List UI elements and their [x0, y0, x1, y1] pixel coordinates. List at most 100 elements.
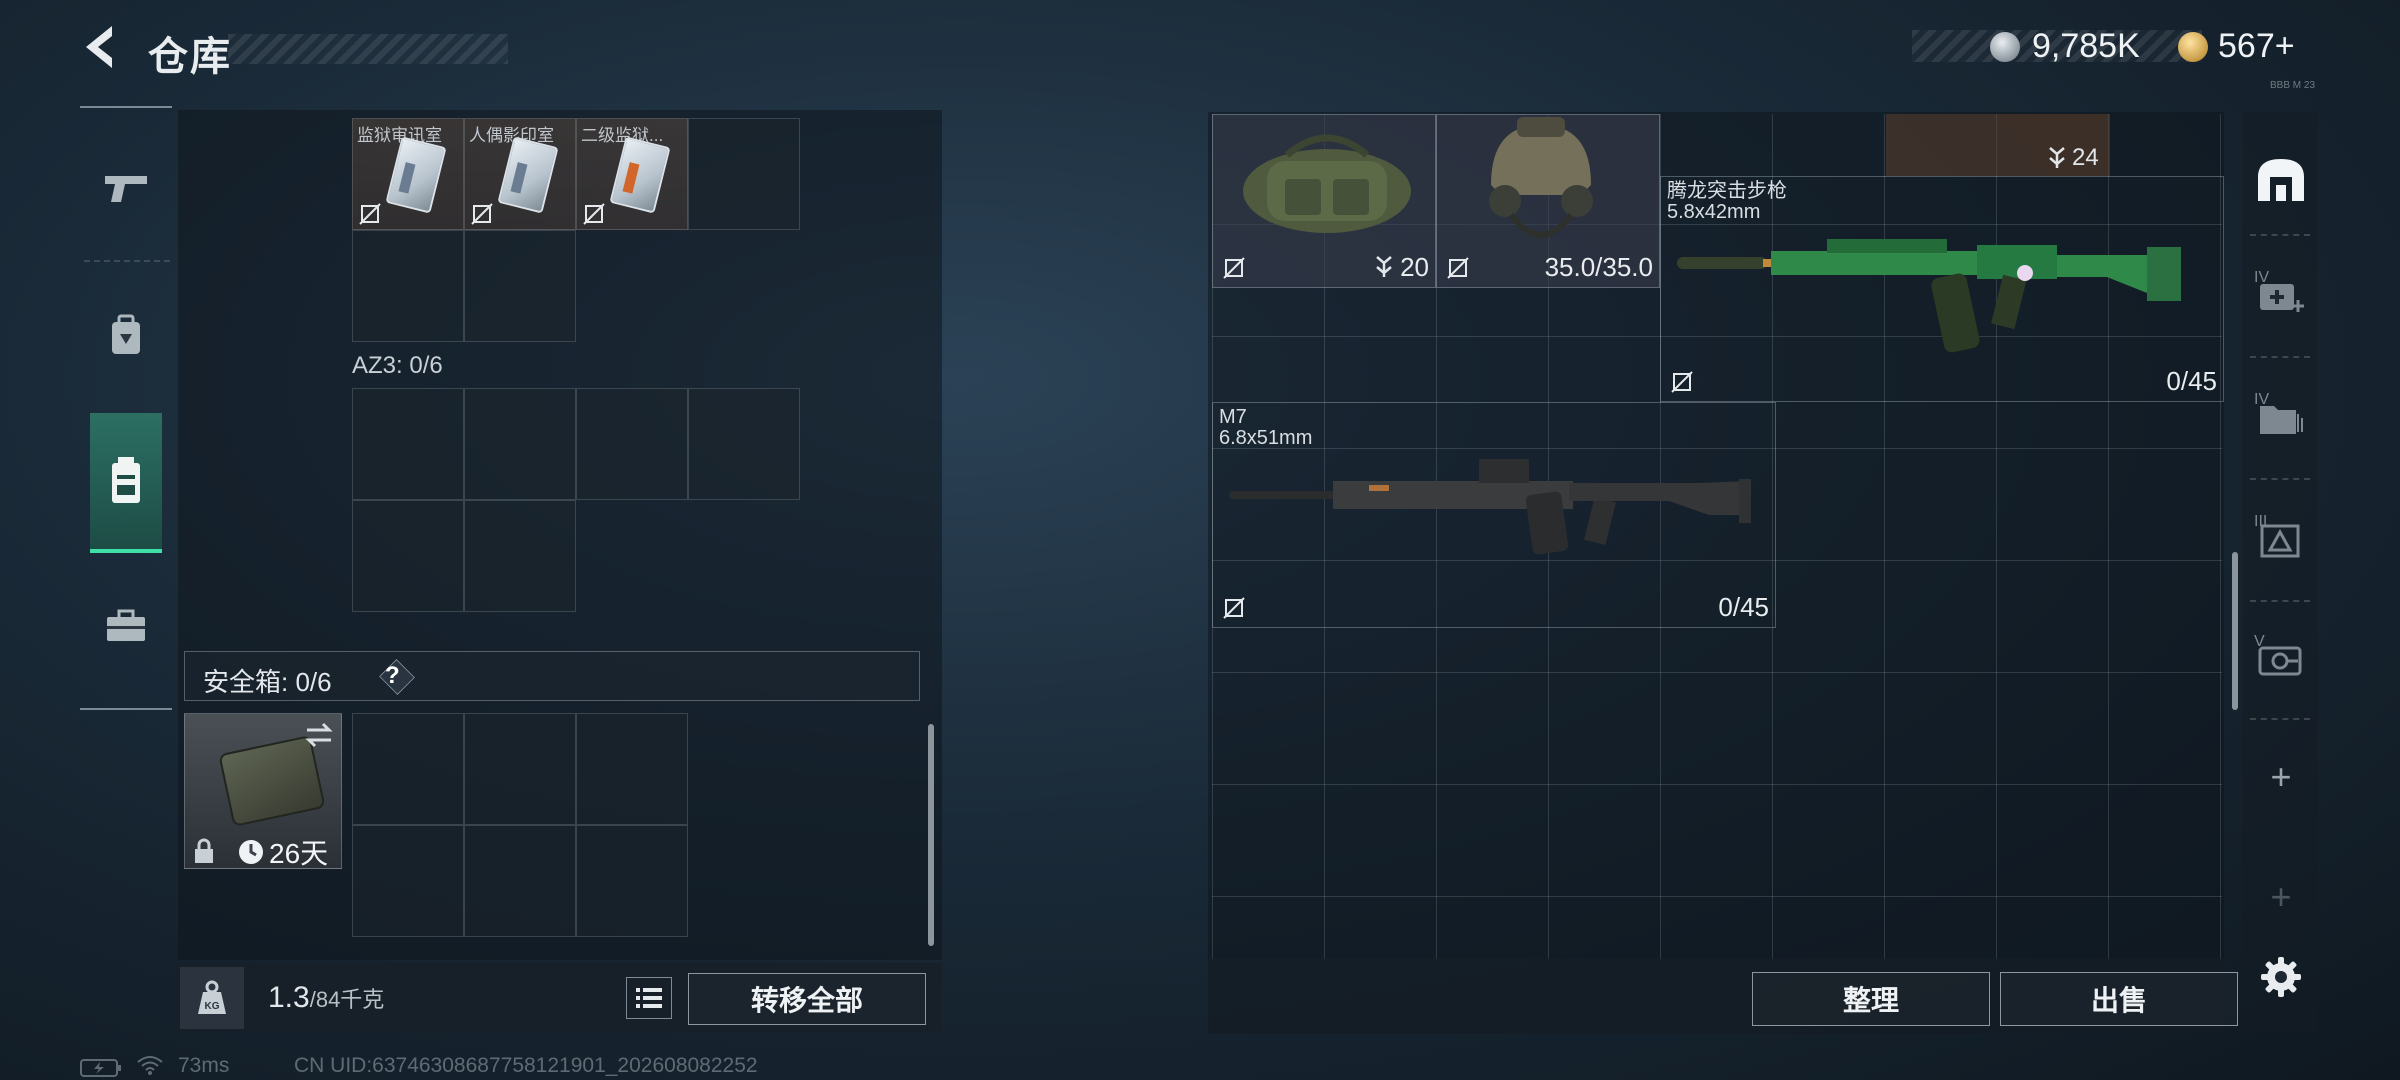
- weapon-name: M7: [1219, 406, 1247, 428]
- sidebar-top-line: [80, 106, 172, 108]
- sort-button[interactable]: 整理: [1752, 972, 1990, 1026]
- no-insurance-icon: [471, 203, 493, 225]
- storage-item-helmet[interactable]: 35.0/35.0: [1436, 114, 1660, 288]
- currency-silver: 9,785K: [2032, 27, 2140, 65]
- back-arrow-icon: [86, 26, 112, 68]
- svg-text:IV: IV: [2254, 269, 2269, 286]
- storage-item-rifle-m7[interactable]: M7 6.8x51mm 0/45: [1212, 402, 1776, 628]
- helmet-image: [1489, 117, 1593, 238]
- sell-button[interactable]: 出售: [2000, 972, 2238, 1026]
- storage-item-rifle-tenglong[interactable]: 腾龙突击步枪 5.8x42mm 0/45: [1660, 176, 2224, 402]
- tab-main-storage[interactable]: [2252, 150, 2310, 208]
- az3-container: [352, 388, 804, 616]
- swap-icon[interactable]: [303, 722, 335, 748]
- house-icon: [2258, 159, 2304, 201]
- empty-slot[interactable]: [352, 825, 464, 937]
- safebox-header: 安全箱: 0/6 ?: [184, 651, 920, 701]
- sidebar-divider: [84, 260, 170, 262]
- transfer-all-button[interactable]: 转移全部: [688, 973, 926, 1025]
- svg-text:KG: KG: [205, 1001, 220, 1012]
- keycard-image: [497, 136, 559, 214]
- list-icon: [636, 988, 662, 1008]
- stack-icon: [1376, 256, 1392, 277]
- keycard-slot[interactable]: 监狱审讯室: [352, 118, 464, 230]
- weight-max: /84千克: [309, 987, 385, 1012]
- silver-coin-icon: [1990, 32, 2020, 62]
- key-case-icon: V: [2254, 633, 2302, 676]
- user-uid: CN UID:6374630868775812190​1_20260808225…: [294, 1054, 758, 1077]
- gold-coin-icon[interactable]: [2178, 32, 2208, 62]
- keycard-container: 监狱审讯室 人偶影印室 二级监狱...: [352, 118, 804, 346]
- tab-key-case[interactable]: V: [2252, 626, 2310, 684]
- ammo-count: 0/45: [2166, 366, 2217, 396]
- empty-slot[interactable]: [352, 713, 464, 825]
- empty-slot[interactable]: [688, 388, 800, 500]
- empty-slot[interactable]: [576, 825, 688, 937]
- weight-icon-box: KG: [180, 967, 244, 1029]
- empty-slot[interactable]: [464, 500, 576, 612]
- keycard-slot[interactable]: 二级监狱...: [576, 118, 688, 230]
- medkit-icon: IV: [2254, 269, 2304, 312]
- empty-slot[interactable]: [464, 825, 576, 937]
- empty-slot[interactable]: [464, 713, 576, 825]
- empty-slot[interactable]: [688, 118, 800, 230]
- currency-gold[interactable]: 567+: [2218, 27, 2295, 66]
- ping-value: 73ms: [178, 1054, 230, 1077]
- helmet-durability: 35.0/35.0: [1544, 252, 1653, 282]
- backpack-icon: [112, 314, 140, 354]
- no-insurance-icon: [1223, 257, 1245, 279]
- battle-rifle-image: [1229, 459, 1751, 555]
- item-count: 20: [1400, 252, 1429, 282]
- weight-readout: 1.3/84千克: [268, 981, 384, 1015]
- empty-slot[interactable]: [352, 230, 464, 342]
- title-decoration: [228, 34, 508, 64]
- az3-label: AZ3: 0/6: [352, 352, 443, 379]
- help-mark[interactable]: ?: [385, 662, 400, 690]
- empty-slot[interactable]: [464, 230, 576, 342]
- sidebar-item-weapons[interactable]: [90, 148, 162, 228]
- back-button[interactable]: [78, 22, 124, 72]
- tab-ammo-case[interactable]: III: [2252, 506, 2310, 564]
- empty-slot[interactable]: [576, 713, 688, 825]
- pistol-icon: [105, 176, 147, 202]
- rig-icon: [112, 457, 140, 503]
- weight-icon: KG: [198, 980, 226, 1014]
- no-insurance-icon: [359, 203, 381, 225]
- duffel-bag-image: [1243, 134, 1411, 233]
- left-scrollbar[interactable]: [928, 724, 934, 946]
- version-tag: BBB M 23: [2270, 80, 2316, 91]
- add-case-button[interactable]: +: [2252, 748, 2310, 806]
- empty-slot[interactable]: [464, 388, 576, 500]
- wifi-icon: [137, 1056, 163, 1075]
- weight-bar: KG 1.3/84千克 转移全部: [176, 963, 942, 1033]
- clock-icon: [239, 840, 263, 864]
- list-view-button[interactable]: [626, 977, 672, 1019]
- empty-slot[interactable]: [352, 500, 464, 612]
- safebox-days: 26天: [269, 838, 329, 869]
- stack-icon: [2049, 147, 2065, 168]
- sidebar-item-backpack[interactable]: [90, 296, 162, 376]
- safebox-item[interactable]: 26天: [184, 713, 342, 869]
- no-insurance-icon: [583, 203, 605, 225]
- svg-text:IV: IV: [2254, 391, 2269, 408]
- storage-item-bag[interactable]: 20: [1212, 114, 1436, 288]
- battery-icon: [80, 1059, 121, 1077]
- keycard-slot[interactable]: 人偶影印室: [464, 118, 576, 230]
- storage-item-partial[interactable]: 24: [1886, 114, 2110, 176]
- storage-tabs: IV IV III V + +: [2242, 112, 2318, 1032]
- storage-actions-bar: 整理 出售: [1208, 958, 2238, 1034]
- ammo-box-icon: III: [2254, 513, 2300, 558]
- empty-slot[interactable]: [576, 388, 688, 500]
- storage-scrollbar[interactable]: [2232, 552, 2238, 710]
- tab-document-case[interactable]: IV: [2252, 384, 2310, 442]
- weapon-name: 腾龙突击步枪: [1667, 180, 1787, 202]
- sidebar-item-rig[interactable]: [90, 413, 162, 553]
- sidebar-item-toolbox[interactable]: [90, 586, 162, 666]
- tab-medical-case[interactable]: IV: [2252, 262, 2310, 320]
- empty-slot[interactable]: [352, 388, 464, 500]
- weapon-info: 腾龙突击步枪 5.8x42mm: [1667, 181, 1787, 223]
- add-case-button-disabled: +: [2270, 876, 2292, 917]
- safebox-case-image: [218, 735, 326, 827]
- folder-icon: IV: [2254, 391, 2303, 434]
- settings-button[interactable]: [2252, 948, 2310, 1006]
